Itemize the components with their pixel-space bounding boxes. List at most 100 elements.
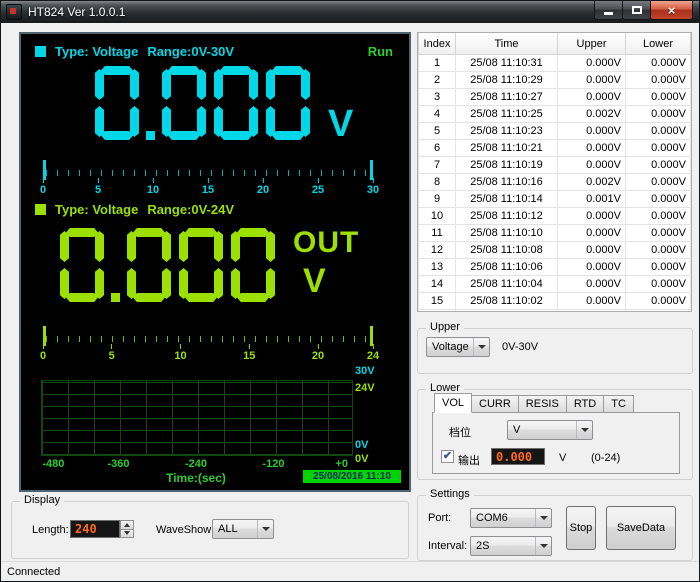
tab-tc[interactable]: TC bbox=[603, 395, 634, 413]
port-select[interactable]: COM6 bbox=[470, 508, 552, 528]
graph-ymax-upper: 30V bbox=[355, 365, 375, 377]
cell-lower: 0.000V bbox=[625, 88, 691, 106]
table-row: 12 25/08 11:10:08 0.000V 0.000V bbox=[418, 241, 691, 259]
scale-endbar bbox=[370, 326, 373, 346]
lower-channel-icon bbox=[35, 204, 46, 215]
stop-button[interactable]: Stop bbox=[566, 506, 596, 550]
output-value-input[interactable]: 0.000 bbox=[491, 448, 545, 465]
cell-upper: 0.000V bbox=[557, 88, 626, 106]
graph-ymax-lower: 24V bbox=[355, 382, 375, 394]
output-checkbox[interactable]: ✔ bbox=[441, 450, 454, 463]
upper-group: Upper Voltage 0V-30V bbox=[417, 321, 693, 374]
log-table[interactable]: Index Time Upper Lower 1 25/08 11:10:31 0.… bbox=[417, 32, 692, 312]
upper-range-label: Range:0V-30V bbox=[147, 44, 235, 59]
port-value: COM6 bbox=[476, 512, 508, 524]
cell-index: 4 bbox=[418, 105, 456, 123]
scale-tick-label: 20 bbox=[312, 344, 324, 362]
output-range-label: (0-24) bbox=[591, 452, 621, 464]
waveform-graph bbox=[41, 380, 353, 456]
cell-lower: 0.000V bbox=[625, 258, 691, 276]
cell-time: 25/08 11:10:08 bbox=[455, 241, 558, 259]
cell-time: 25/08 11:10:23 bbox=[455, 122, 558, 140]
interval-select[interactable]: 2S bbox=[470, 536, 552, 556]
scale-tick-label: 24 bbox=[367, 344, 379, 362]
scale-endbar bbox=[370, 160, 373, 180]
tab-rtd[interactable]: RTD bbox=[565, 395, 605, 413]
graph-ymin-upper: 0V bbox=[355, 439, 369, 451]
upper-lcd-value bbox=[91, 66, 314, 140]
cell-index: 9 bbox=[418, 190, 456, 208]
lower-group: Lower VOL CURR RESIS RTD TC 档位 V ✔ 输出 0.… bbox=[417, 382, 693, 480]
cell-upper: 0.000V bbox=[557, 122, 626, 140]
savedata-button[interactable]: SaveData bbox=[606, 506, 676, 550]
lower-scale: 0 5 10 15 20 24 bbox=[40, 326, 379, 368]
cell-index: 2 bbox=[418, 71, 456, 89]
cell-upper: 0.000V bbox=[557, 139, 626, 157]
col-lower: Lower bbox=[625, 33, 691, 55]
scale-tick-label: 0 bbox=[40, 344, 46, 362]
titlebar[interactable]: HT824 Ver 1.0.0.1 × bbox=[1, 1, 699, 23]
cell-upper: 0.000V bbox=[557, 258, 626, 276]
scale-tick-label: 0 bbox=[40, 178, 46, 196]
scale-tick-label: 5 bbox=[109, 344, 115, 362]
minimize-icon bbox=[604, 12, 613, 15]
range-value: V bbox=[513, 424, 521, 436]
length-spinner bbox=[120, 520, 134, 538]
range-select[interactable]: V bbox=[507, 420, 593, 440]
cell-index: 11 bbox=[418, 224, 456, 242]
cell-lower: 0.000V bbox=[625, 224, 691, 242]
scale-tick-label: 10 bbox=[174, 344, 186, 362]
cell-lower: 0.000V bbox=[625, 207, 691, 225]
table-row: 4 25/08 11:10:25 0.002V 0.000V bbox=[418, 105, 691, 123]
table-row: 6 25/08 11:10:21 0.000V 0.000V bbox=[418, 139, 691, 157]
lower-lcd bbox=[56, 228, 279, 302]
cell-upper: 0.000V bbox=[557, 207, 626, 225]
tab-vol[interactable]: VOL bbox=[434, 393, 473, 413]
tab-resis[interactable]: RESIS bbox=[517, 395, 567, 413]
cell-time: 25/08 11:10:31 bbox=[455, 54, 558, 72]
cell-upper: 0.000V bbox=[557, 224, 626, 242]
scale-tick-label: 5 bbox=[95, 178, 101, 196]
cell-upper: 0.000V bbox=[557, 292, 626, 310]
maximize-icon bbox=[631, 6, 642, 14]
table-row: 7 25/08 11:10:19 0.000V 0.000V bbox=[418, 156, 691, 174]
col-time: Time bbox=[455, 33, 558, 55]
port-label: Port: bbox=[428, 512, 452, 524]
table-row: 11 25/08 11:10:10 0.000V 0.000V bbox=[418, 224, 691, 242]
minimize-button[interactable] bbox=[594, 1, 623, 20]
output-label: 输出 bbox=[458, 455, 480, 467]
cell-time: 25/08 11:10:29 bbox=[455, 71, 558, 89]
close-button[interactable]: × bbox=[650, 1, 693, 20]
table-row: 8 25/08 11:10:16 0.002V 0.000V bbox=[418, 173, 691, 191]
cell-time: 25/08 11:10:02 bbox=[455, 292, 558, 310]
graph-x-label: +0 bbox=[335, 458, 348, 470]
table-row: 1 25/08 11:10:31 0.000V 0.000V bbox=[418, 54, 691, 72]
timestamp-badge: 25/08/2016 11:10 bbox=[303, 470, 401, 483]
cell-upper: 0.001V bbox=[557, 309, 626, 311]
table-row: 3 25/08 11:10:27 0.000V 0.000V bbox=[418, 88, 691, 106]
cell-time: 25/08 11:10:25 bbox=[455, 105, 558, 123]
cell-index: 16 bbox=[418, 309, 456, 311]
display-group-title: Display bbox=[20, 494, 65, 506]
cell-index: 7 bbox=[418, 156, 456, 174]
range-label: 档位 bbox=[449, 427, 471, 439]
cell-time: 25/08 11:10:04 bbox=[455, 275, 558, 293]
length-input[interactable]: 240 bbox=[70, 520, 120, 538]
cell-lower: 0.000V bbox=[625, 241, 691, 259]
maximize-button[interactable] bbox=[622, 1, 651, 20]
settings-group-title: Settings bbox=[426, 488, 474, 500]
connection-status: Connected bbox=[7, 565, 61, 578]
scale-tick-label: 15 bbox=[202, 178, 214, 196]
cell-lower: 0.000V bbox=[625, 139, 691, 157]
upper-channel-select[interactable]: Voltage bbox=[426, 337, 490, 357]
cell-time: 25/08 11:10:21 bbox=[455, 139, 558, 157]
cell-time: 25/08 11:10:10 bbox=[455, 224, 558, 242]
waveshow-select[interactable]: ALL bbox=[212, 519, 274, 539]
app-icon bbox=[6, 4, 22, 20]
length-spin-down-button[interactable] bbox=[120, 528, 134, 538]
chevron-down-icon bbox=[257, 520, 273, 538]
cell-index: 15 bbox=[418, 292, 456, 310]
tab-curr[interactable]: CURR bbox=[471, 395, 519, 413]
cell-lower: 0.000V bbox=[625, 71, 691, 89]
cell-lower: 0.000V bbox=[625, 122, 691, 140]
